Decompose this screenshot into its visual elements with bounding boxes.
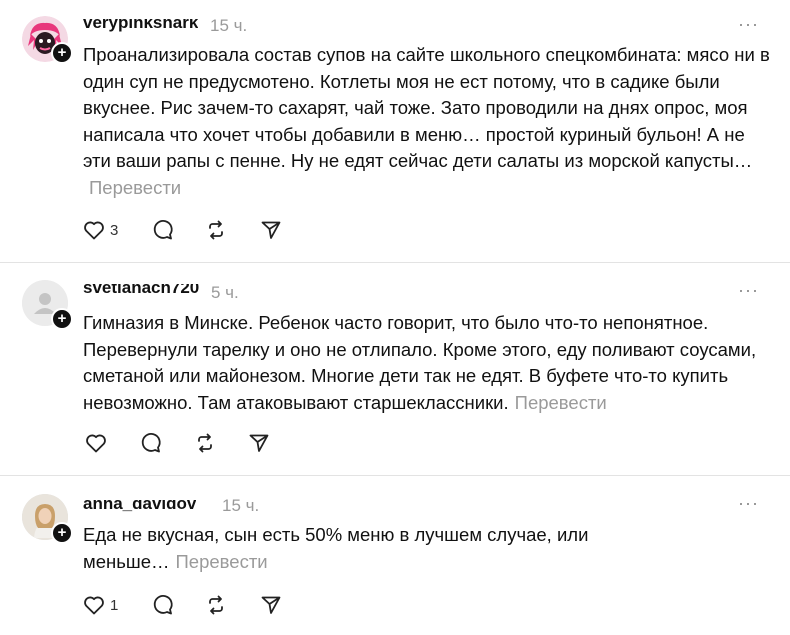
translate-link[interactable]: Перевести xyxy=(515,392,607,413)
comment-feed: + verypinkshark 15 ч. ··· Проанализирова… xyxy=(0,0,790,635)
share-button[interactable] xyxy=(259,218,283,242)
post-time: 15 ч. xyxy=(210,16,248,35)
comment-text: Гимназия в Минске. Ребенок часто говорит… xyxy=(83,310,773,416)
send-icon xyxy=(261,596,281,614)
comment-post: + anna_davidov 15 ч. ··· Еда не вкусная,… xyxy=(0,476,790,635)
comment-icon xyxy=(153,595,173,615)
heart-icon xyxy=(84,596,104,615)
follow-plus-icon[interactable]: + xyxy=(51,42,73,64)
share-button[interactable] xyxy=(247,431,271,455)
send-icon xyxy=(261,221,281,239)
heart-icon xyxy=(84,221,104,240)
repost-icon xyxy=(209,595,223,615)
comment-body: Гимназия в Минске. Ребенок часто говорит… xyxy=(83,312,757,413)
username[interactable]: svetlanach720 xyxy=(83,284,199,298)
comment-text: Проанализировала состав супов на сайте ш… xyxy=(83,42,773,201)
post-time: 5 ч. xyxy=(211,283,239,302)
heart-icon xyxy=(86,434,106,453)
comment-body: Еда не вкусная, сын есть 50% меню в лучш… xyxy=(83,524,589,572)
reply-button[interactable] xyxy=(150,593,174,617)
reply-button[interactable] xyxy=(138,431,162,455)
repost-icon xyxy=(209,220,223,240)
username[interactable]: anna_davidov xyxy=(83,500,196,514)
like-button[interactable] xyxy=(84,431,112,455)
comment-post: + svetlanach720 5 ч. ··· Гимназия в Минс… xyxy=(0,263,790,475)
more-options-icon[interactable]: ··· xyxy=(738,493,759,514)
comment-post: + verypinkshark 15 ч. ··· Проанализирова… xyxy=(0,0,790,262)
like-button[interactable]: 1 xyxy=(82,593,118,617)
like-count: 3 xyxy=(110,221,119,239)
like-button[interactable]: 3 xyxy=(82,218,118,242)
repost-button[interactable] xyxy=(193,431,217,455)
repost-icon xyxy=(198,433,212,453)
more-options-icon[interactable]: ··· xyxy=(738,280,759,301)
username[interactable]: verypinkshark xyxy=(83,19,198,33)
repost-button[interactable] xyxy=(204,218,228,242)
translate-link[interactable]: Перевести xyxy=(176,551,268,572)
like-count: 1 xyxy=(110,596,119,614)
comment-icon xyxy=(141,433,161,453)
comment-body: Проанализировала состав супов на сайте ш… xyxy=(83,44,770,171)
translate-link[interactable]: Перевести xyxy=(89,177,181,198)
repost-button[interactable] xyxy=(204,593,228,617)
post-time: 15 ч. xyxy=(222,496,260,515)
comment-text: Еда не вкусная, сын есть 50% меню в лучш… xyxy=(83,522,603,575)
reply-button[interactable] xyxy=(150,218,174,242)
more-options-icon[interactable]: ··· xyxy=(738,14,759,35)
send-icon xyxy=(249,434,269,452)
share-button[interactable] xyxy=(259,593,283,617)
follow-plus-icon[interactable]: + xyxy=(51,522,73,544)
follow-plus-icon[interactable]: + xyxy=(51,308,73,330)
comment-icon xyxy=(153,220,173,240)
